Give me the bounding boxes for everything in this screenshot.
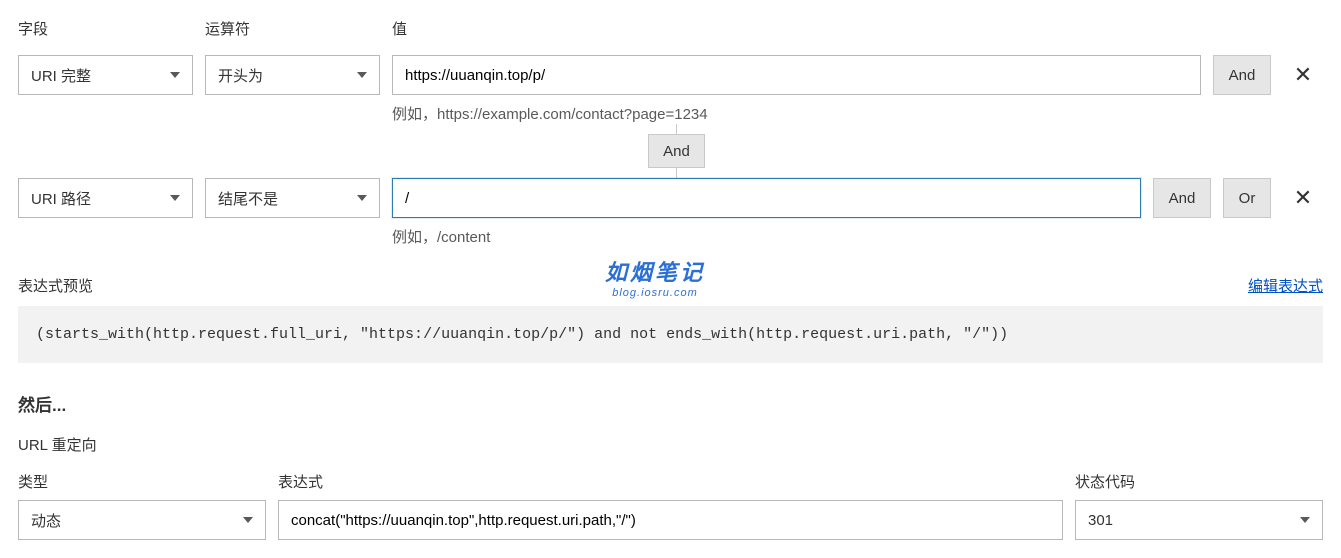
or-button-row2[interactable]: Or	[1223, 178, 1271, 218]
close-icon: ✕	[1294, 185, 1312, 211]
operator-header: 运算符	[205, 18, 380, 39]
operator-select-row1[interactable]: 开头为	[205, 55, 380, 95]
value-input-row2[interactable]	[392, 178, 1141, 218]
field-select-row2[interactable]: URI 路径	[18, 178, 193, 218]
value-header: 值	[392, 18, 1201, 39]
status-code-value: 301	[1088, 512, 1113, 529]
edit-expression-link[interactable]: 编辑表达式	[1248, 275, 1323, 296]
chevron-down-icon	[357, 72, 367, 78]
value-hint-row1: 例如，https://example.com/contact?page=1234	[392, 103, 1201, 124]
expression-preview-code: (starts_with(http.request.full_uri, "htt…	[18, 306, 1323, 363]
chevron-down-icon	[170, 72, 180, 78]
and-button-row1[interactable]: And	[1213, 55, 1271, 95]
chevron-down-icon	[357, 195, 367, 201]
close-icon: ✕	[1294, 62, 1312, 88]
status-code-select[interactable]: 301	[1075, 500, 1323, 540]
then-header: 然后...	[18, 391, 1323, 416]
status-code-label: 状态代码	[1075, 471, 1323, 492]
type-label: 类型	[18, 471, 266, 492]
expression-input[interactable]	[278, 500, 1063, 540]
field-header: 字段	[18, 18, 193, 39]
value-hint-row2: 例如，/content	[392, 226, 1141, 247]
field-select-row1[interactable]: URI 完整	[18, 55, 193, 95]
url-redirect-label: URL 重定向	[18, 434, 1323, 455]
connector-line	[676, 168, 677, 178]
operator-select-row2[interactable]: 结尾不是	[205, 178, 380, 218]
field-select-value: URI 路径	[31, 188, 91, 209]
operator-select-value: 开头为	[218, 65, 263, 86]
connector-and-button[interactable]: And	[648, 134, 705, 168]
connector-line	[676, 124, 677, 134]
expression-label: 表达式	[278, 471, 1063, 492]
chevron-down-icon	[1300, 517, 1310, 523]
and-button-row2[interactable]: And	[1153, 178, 1211, 218]
delete-row2-button[interactable]: ✕	[1283, 178, 1323, 218]
delete-row1-button[interactable]: ✕	[1283, 55, 1323, 95]
chevron-down-icon	[170, 195, 180, 201]
type-select[interactable]: 动态	[18, 500, 266, 540]
value-input-row1[interactable]	[392, 55, 1201, 95]
field-select-value: URI 完整	[31, 65, 91, 86]
chevron-down-icon	[243, 517, 253, 523]
expression-preview-title: 表达式预览	[18, 275, 93, 296]
operator-select-value: 结尾不是	[218, 188, 278, 209]
type-select-value: 动态	[31, 510, 61, 531]
